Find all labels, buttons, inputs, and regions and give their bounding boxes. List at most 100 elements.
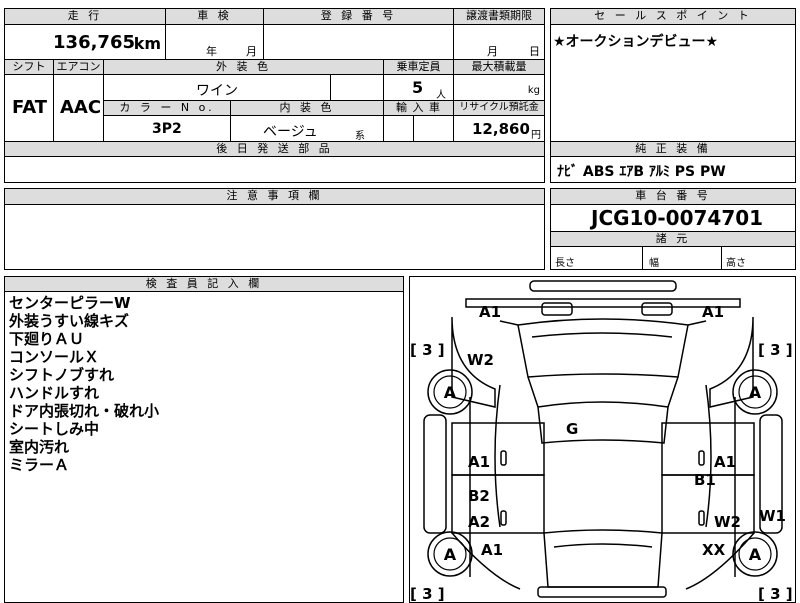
recycle-value: 12,860 bbox=[472, 120, 530, 138]
shift-header: シフト bbox=[4, 59, 54, 75]
inspection-month: 月 bbox=[246, 45, 257, 58]
transfer-cell: 月 日 bbox=[453, 24, 545, 60]
tread-rear-left: [ 3 ] bbox=[410, 585, 445, 602]
recycle-cell: 12,860 円 bbox=[453, 115, 545, 142]
registration-cell bbox=[263, 24, 454, 60]
exterior-color-cell: ワイン bbox=[103, 74, 331, 101]
width-cell: 幅 bbox=[642, 246, 722, 270]
capacity-unit: 人 bbox=[436, 90, 446, 101]
mark-a1-mid-right: A1 bbox=[714, 453, 736, 471]
inspection-header: 車 検 bbox=[165, 8, 264, 25]
mark-a1-top-right: A1 bbox=[702, 303, 724, 321]
tire-front-left-label: A bbox=[444, 383, 457, 402]
mark-w2-left: W2 bbox=[467, 351, 494, 369]
import-cell-a bbox=[383, 115, 414, 142]
mileage-header: 走 行 bbox=[4, 8, 166, 25]
tire-rear-right-label: A bbox=[749, 545, 762, 564]
inspector-lines: センターピラーW 外装うすい線キズ 下廻りＡＵ コンソールＸ シフトノブすれ ハ… bbox=[9, 294, 159, 474]
height-label: 高さ bbox=[726, 258, 746, 269]
inspector-line: ミラーＡ bbox=[9, 456, 70, 474]
tire-rear-left-label: A bbox=[444, 545, 457, 564]
chassis-box: JCG10-0074701 bbox=[550, 204, 796, 232]
equipment-box: ﾅﾋﾞ ABS ｴｱB ｱﾙﾐ PS PW bbox=[550, 156, 796, 183]
inspector-line: 室内汚れ bbox=[9, 438, 70, 456]
import-header: 輸 入 車 bbox=[383, 100, 454, 116]
tire-rear-right: A bbox=[732, 531, 778, 577]
recycle-header: リサイクル預託金 bbox=[453, 100, 545, 116]
chassis-header: 車 台 番 号 bbox=[550, 188, 796, 205]
later-parts-cell bbox=[4, 156, 545, 183]
mileage-cell: 136,765 km bbox=[4, 24, 166, 60]
shift-value: FAT bbox=[12, 97, 48, 118]
chassis-value: JCG10-0074701 bbox=[591, 206, 764, 230]
capacity-cell: 5 人 bbox=[383, 74, 454, 101]
inspector-line: ハンドルすれ bbox=[9, 384, 100, 402]
car-diagram-box: A A A A [ 3 ] [ 3 ] [ 3 ] [ 3 ] A1 A1 W2… bbox=[409, 276, 796, 603]
mark-w2-right: W2 bbox=[714, 513, 741, 531]
inspection-year: 年 bbox=[206, 45, 217, 58]
dims-header: 諸 元 bbox=[550, 231, 796, 247]
max-load-header: 最大積載量 bbox=[453, 59, 545, 75]
import-cell-b bbox=[413, 115, 454, 142]
transfer-day: 日 bbox=[529, 45, 540, 58]
sales-point-box: ★オークションデビュー★ bbox=[550, 24, 796, 142]
inspector-header: 検 査 員 記 入 欄 bbox=[4, 276, 404, 292]
sales-point-header: セ ー ル ス ポ イ ン ト bbox=[550, 8, 796, 25]
mileage-unit: km bbox=[133, 34, 161, 53]
mark-a2-left: A2 bbox=[468, 513, 490, 531]
inspector-line: 外装うすい線キズ bbox=[9, 312, 130, 330]
interior-color-value: ベージュ bbox=[263, 124, 318, 140]
equipment-header: 純 正 装 備 bbox=[550, 141, 796, 157]
mark-w1-right: W1 bbox=[759, 507, 786, 525]
mark-a1-mid-left: A1 bbox=[468, 453, 490, 471]
exterior-color-header: 外 装 色 bbox=[103, 59, 384, 75]
tire-front-right-label: A bbox=[749, 383, 762, 402]
registration-header: 登 録 番 号 bbox=[263, 8, 454, 25]
color-no-value: 3P2 bbox=[152, 121, 182, 137]
tread-front-right: [ 3 ] bbox=[758, 341, 793, 359]
tire-front-right: A bbox=[732, 369, 778, 415]
equipment-text: ﾅﾋﾞ ABS ｴｱB ｱﾙﾐ PS PW bbox=[557, 164, 726, 180]
recycle-unit: 円 bbox=[531, 130, 541, 141]
mark-g-center: G bbox=[566, 420, 578, 438]
later-parts-header: 後 日 発 送 部 品 bbox=[4, 141, 545, 157]
load-unit: kg bbox=[527, 85, 540, 96]
tread-front-left: [ 3 ] bbox=[410, 341, 445, 359]
width-label: 幅 bbox=[649, 258, 659, 269]
ac-cell: AAC bbox=[53, 74, 104, 142]
transfer-month: 月 bbox=[487, 45, 498, 58]
notes-box bbox=[4, 204, 545, 270]
mileage-value: 136,765 bbox=[53, 32, 135, 53]
mark-xx-right: XX bbox=[702, 541, 726, 559]
front-bumper-shape bbox=[529, 280, 677, 292]
max-load-cell: kg bbox=[453, 74, 545, 101]
exterior-color-extra-cell bbox=[330, 74, 384, 101]
interior-color-header: 内 装 色 bbox=[230, 100, 384, 116]
tire-rear-left: A bbox=[427, 531, 473, 577]
tire-front-left: A bbox=[427, 369, 473, 415]
car-diagram: A A A A [ 3 ] [ 3 ] [ 3 ] [ 3 ] A1 A1 W2… bbox=[410, 280, 793, 602]
length-label: 長さ bbox=[555, 258, 575, 269]
inspector-line: シフトノブすれ bbox=[9, 366, 115, 384]
shift-cell: FAT bbox=[4, 74, 54, 142]
color-no-header: カ ラ ー N o. bbox=[103, 100, 231, 116]
color-no-cell: 3P2 bbox=[103, 115, 231, 142]
transfer-deadline-header: 譲渡書類期限 bbox=[453, 8, 545, 25]
front-panel-shape bbox=[465, 298, 741, 308]
exterior-color-value: ワイン bbox=[196, 83, 238, 99]
inspector-line: シートしみ中 bbox=[9, 420, 100, 438]
notes-header: 注 意 事 項 欄 bbox=[4, 188, 545, 205]
capacity-value: 5 bbox=[412, 78, 424, 97]
mark-b2-left: B2 bbox=[468, 487, 490, 505]
ac-value: AAC bbox=[60, 97, 102, 118]
inspector-box: センターピラーW 外装うすい線キズ 下廻りＡＵ コンソールＸ シフトノブすれ ハ… bbox=[4, 291, 404, 603]
inspection-cell: 年 月 bbox=[165, 24, 264, 60]
inspector-line: センターピラーW bbox=[9, 294, 131, 312]
interior-color-suffix: 系 bbox=[355, 131, 365, 142]
ac-header: エアコン bbox=[53, 59, 104, 75]
interior-color-cell: ベージュ 系 bbox=[230, 115, 384, 142]
mark-a1-low-left: A1 bbox=[481, 541, 503, 559]
sales-point-text: ★オークションデビュー★ bbox=[553, 34, 719, 50]
inspector-line: ドア内張切れ・破れ小 bbox=[9, 402, 160, 420]
length-cell: 長さ bbox=[550, 246, 643, 270]
